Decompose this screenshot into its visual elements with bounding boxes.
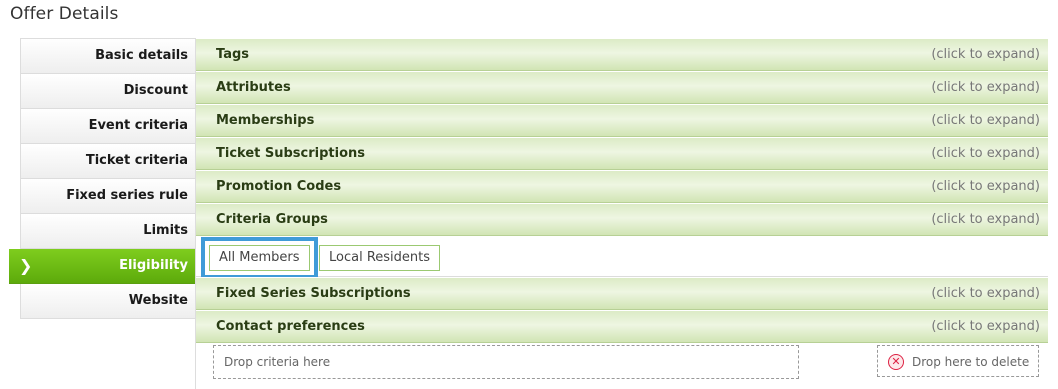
expand-hint: (click to expand) [931, 146, 1040, 161]
accordion-title: Promotion Codes [216, 179, 342, 194]
criteria-groups-chips: All Members Local Residents [196, 236, 1048, 279]
accordion-promotion-codes[interactable]: Promotion Codes (click to expand) [196, 170, 1048, 203]
expand-hint: (click to expand) [931, 47, 1040, 62]
accordion-memberships[interactable]: Memberships (click to expand) [196, 104, 1048, 137]
expand-hint: (click to expand) [931, 286, 1040, 301]
accordion-title: Attributes [216, 80, 291, 95]
expand-hint: (click to expand) [931, 80, 1040, 95]
sidebar-item-website[interactable]: Website [21, 284, 196, 319]
accordion-attributes[interactable]: Attributes (click to expand) [196, 71, 1048, 104]
expand-hint: (click to expand) [931, 179, 1040, 194]
accordion-tags[interactable]: Tags (click to expand) [196, 38, 1048, 71]
accordion-contact-preferences[interactable]: Contact preferences (click to expand) [196, 310, 1048, 343]
sidebar-item-basic-details[interactable]: Basic details [21, 39, 196, 74]
criteria-chip-local-residents[interactable]: Local Residents [319, 245, 441, 271]
page-title: Offer Details [10, 4, 119, 24]
accordion-title: Fixed Series Subscriptions [216, 286, 411, 301]
drop-delete-label: Drop here to delete [912, 355, 1030, 369]
sidebar-item-label: Eligibility [119, 258, 188, 273]
x-circle-icon: ✕ [888, 354, 904, 370]
accordion-fixed-series-subscriptions[interactable]: Fixed Series Subscriptions (click to exp… [196, 277, 1048, 310]
accordion-title: Ticket Subscriptions [216, 146, 366, 161]
chevron-right-icon: ❯ [19, 256, 33, 275]
sidebar-item-fixed-series-rule[interactable]: Fixed series rule [21, 179, 196, 214]
sidebar-item-limits[interactable]: Limits [21, 214, 196, 249]
drop-delete-zone[interactable]: ✕ Drop here to delete [877, 345, 1039, 377]
drop-criteria-zone[interactable]: Drop criteria here [213, 345, 799, 379]
accordion-title: Criteria Groups [216, 212, 328, 227]
sidebar-item-ticket-criteria[interactable]: Ticket criteria [21, 144, 196, 179]
criteria-chip-all-members[interactable]: All Members [201, 237, 318, 279]
expand-hint: (click to expand) [931, 319, 1040, 334]
offer-details-panel: Tags (click to expand) Attributes (click… [195, 38, 1048, 389]
accordion-title: Memberships [216, 113, 315, 128]
sidebar-item-event-criteria[interactable]: Event criteria [21, 109, 196, 144]
accordion-criteria-groups[interactable]: Criteria Groups (click to expand) [196, 203, 1048, 236]
accordion-ticket-subscriptions[interactable]: Ticket Subscriptions (click to expand) [196, 137, 1048, 170]
accordion-title: Contact preferences [216, 319, 365, 334]
sidebar-item-eligibility[interactable]: ❯ Eligibility [9, 249, 206, 284]
sidebar-item-discount[interactable]: Discount [21, 74, 196, 109]
expand-hint: (click to expand) [931, 113, 1040, 128]
accordion-title: Tags [216, 47, 250, 62]
expand-hint: (click to expand) [931, 212, 1040, 227]
sidebar: Basic details Discount Event criteria Ti… [9, 38, 206, 319]
